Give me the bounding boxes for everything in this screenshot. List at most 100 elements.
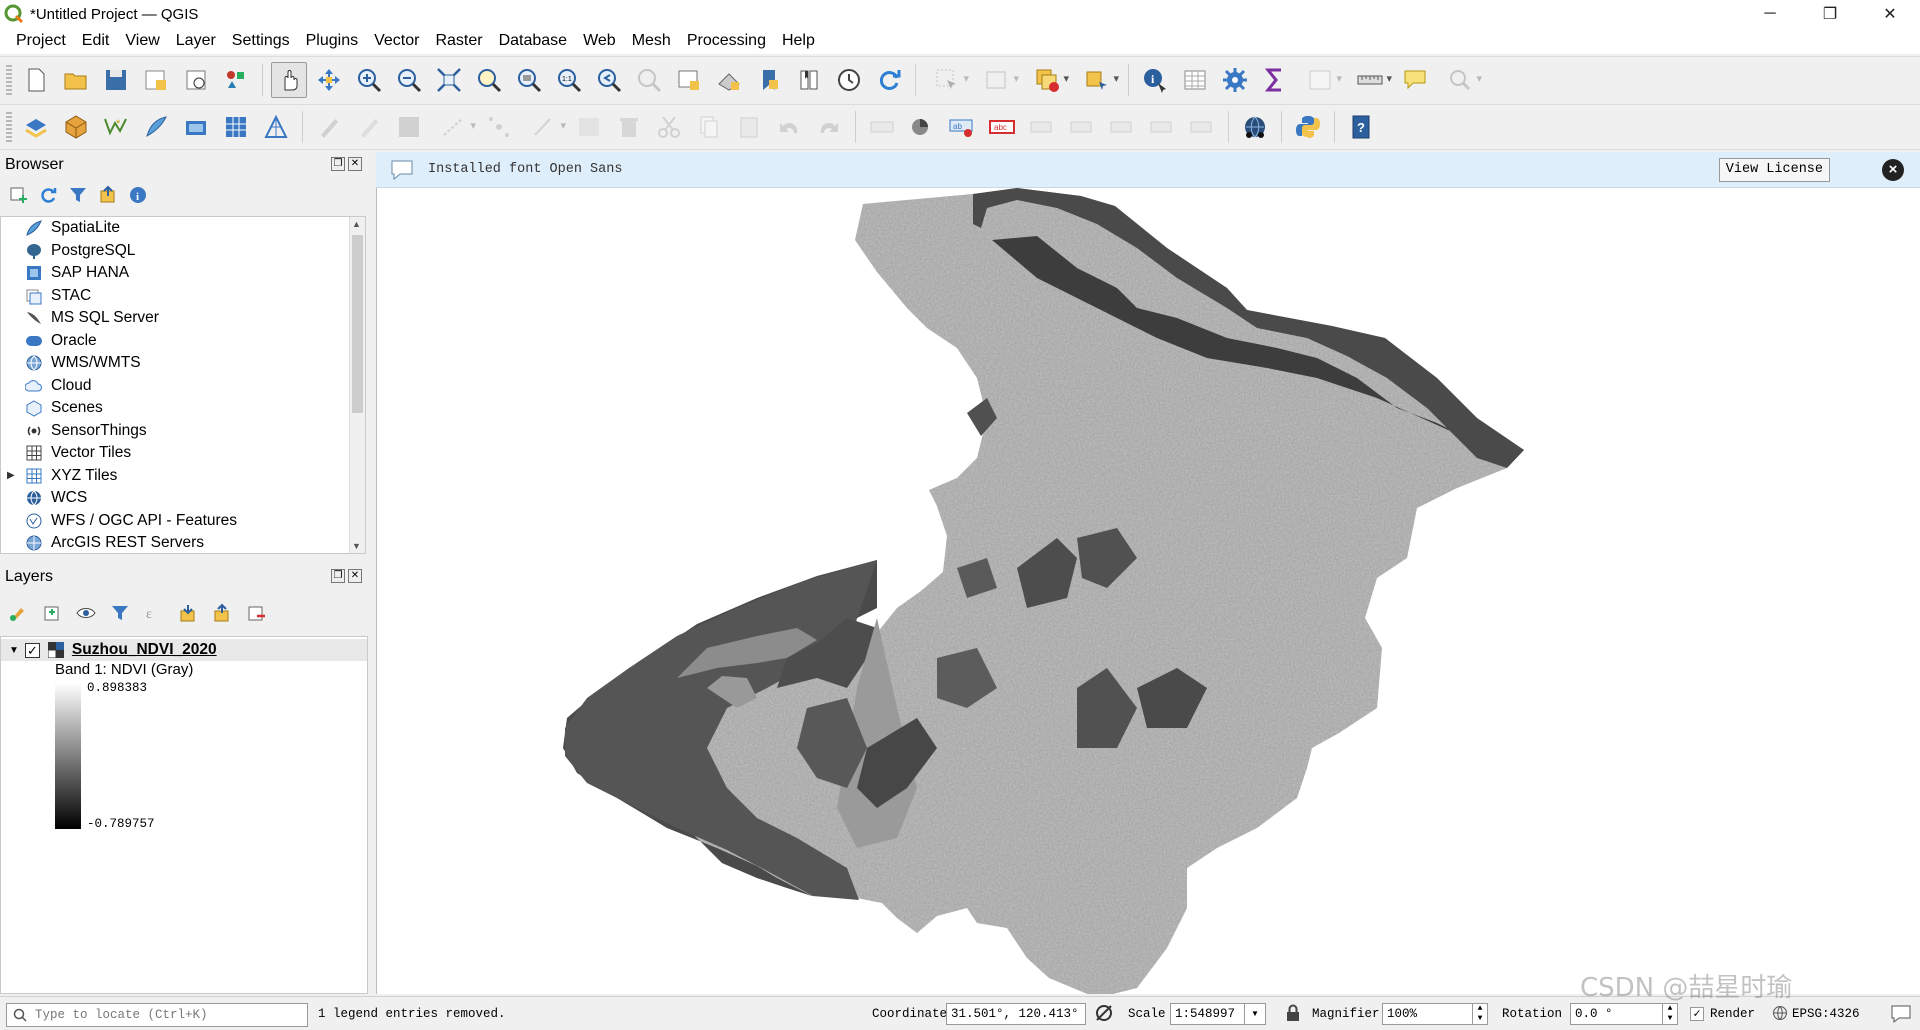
- new-geopackage-layer-icon[interactable]: [58, 109, 94, 145]
- toolbox-gear-icon[interactable]: [1217, 62, 1253, 98]
- filter-legend-icon[interactable]: [110, 603, 130, 623]
- pin-labels-icon[interactable]: [1024, 109, 1060, 145]
- magnifier-spin-icon[interactable]: ▲ ▼: [1472, 1003, 1488, 1025]
- browser-item-wcs[interactable]: WCS: [1, 487, 365, 510]
- layout-manager-icon[interactable]: [178, 62, 214, 98]
- pan-map-icon[interactable]: [271, 61, 307, 98]
- menu-plugins[interactable]: Plugins: [298, 32, 366, 50]
- edit-table-icon[interactable]: [571, 109, 607, 145]
- view-license-button[interactable]: View License: [1718, 158, 1830, 182]
- browser-item-wfs[interactable]: WFS / OGC API - Features: [1, 510, 365, 533]
- quickmapservices-icon[interactable]: [1237, 109, 1273, 145]
- layer-visibility-checkbox[interactable]: ✓: [24, 642, 40, 658]
- cut-features-icon[interactable]: [651, 109, 687, 145]
- menu-web[interactable]: Web: [575, 32, 624, 50]
- magnifier-field[interactable]: 100%: [1382, 1003, 1476, 1025]
- identify-features-icon[interactable]: i: [1137, 62, 1173, 98]
- help-contents-icon[interactable]: ?: [1343, 109, 1379, 145]
- select-by-value-icon[interactable]: [974, 62, 1020, 98]
- layer-styling-icon[interactable]: [8, 603, 28, 623]
- temporal-controller-icon[interactable]: [831, 62, 867, 98]
- rotate-label-icon[interactable]: [1144, 109, 1180, 145]
- show-bookmarks-icon[interactable]: [791, 62, 827, 98]
- scroll-down-icon[interactable]: ▼: [352, 541, 361, 551]
- toggle-extents-icon[interactable]: [1094, 1003, 1114, 1023]
- browser-item-xyz-tiles[interactable]: ▶ XYZ Tiles: [1, 465, 365, 488]
- new-map-view-icon[interactable]: [671, 62, 707, 98]
- add-raster-layer-icon[interactable]: [218, 109, 254, 145]
- lock-scale-icon[interactable]: [1286, 1004, 1300, 1022]
- expand-arrow-icon[interactable]: ▶: [7, 470, 15, 481]
- close-panel-icon[interactable]: ✕: [348, 157, 362, 171]
- vertex-tool-icon[interactable]: [481, 109, 517, 145]
- collapse-all-icon[interactable]: [98, 185, 118, 205]
- zoom-next-icon[interactable]: [631, 62, 667, 98]
- menu-raster[interactable]: Raster: [427, 32, 490, 50]
- toolbar-grip[interactable]: [6, 110, 12, 144]
- browser-item-stac[interactable]: STAC: [1, 285, 365, 308]
- statistical-summary-icon[interactable]: [1257, 62, 1293, 98]
- new-bookmark-icon[interactable]: [751, 62, 787, 98]
- redo-icon[interactable]: [811, 109, 847, 145]
- float-panel-icon[interactable]: ❐: [331, 157, 345, 171]
- undo-icon[interactable]: [771, 109, 807, 145]
- menu-mesh[interactable]: Mesh: [624, 32, 679, 50]
- scrollbar-thumb[interactable]: [352, 235, 363, 413]
- deselect-features-icon[interactable]: [1024, 62, 1070, 98]
- new-shapefile-layer-icon[interactable]: *: [98, 109, 134, 145]
- new-virtual-layer-icon[interactable]: [178, 109, 214, 145]
- menu-project[interactable]: Project: [8, 32, 74, 50]
- add-mesh-layer-icon[interactable]: [258, 109, 294, 145]
- toolbar-grip[interactable]: [6, 62, 12, 97]
- render-checkbox[interactable]: ✓: [1690, 1007, 1704, 1021]
- select-features-icon[interactable]: [924, 62, 970, 98]
- scroll-up-icon[interactable]: ▲: [352, 219, 361, 229]
- browser-item-mssql[interactable]: MS SQL Server: [1, 307, 365, 330]
- filter-by-expression-icon[interactable]: ε: [144, 603, 164, 623]
- refresh-icon[interactable]: [871, 62, 907, 98]
- measure-line-icon[interactable]: [1347, 62, 1393, 98]
- zoom-to-selection-icon[interactable]: [471, 62, 507, 98]
- new-project-icon[interactable]: [18, 62, 54, 98]
- menu-processing[interactable]: Processing: [679, 32, 774, 50]
- layer-diagram-icon[interactable]: [904, 109, 940, 145]
- close-message-icon[interactable]: ×: [1882, 159, 1904, 181]
- rotation-field[interactable]: 0.0 °: [1570, 1003, 1666, 1025]
- menu-layer[interactable]: Layer: [168, 32, 224, 50]
- new-print-layout-icon[interactable]: [138, 62, 174, 98]
- open-project-icon[interactable]: [58, 62, 94, 98]
- zoom-last-icon[interactable]: [591, 62, 627, 98]
- change-label-icon[interactable]: [1184, 109, 1220, 145]
- browser-scrollbar[interactable]: ▲ ▼: [349, 217, 365, 553]
- close-panel-icon[interactable]: ✕: [348, 569, 362, 583]
- maximize-button[interactable]: ❐: [1802, 0, 1858, 28]
- browser-item-sap-hana[interactable]: SAP HANA: [1, 262, 365, 285]
- delete-selected-icon[interactable]: [611, 109, 647, 145]
- collapse-arrow-icon[interactable]: ▼: [9, 645, 19, 656]
- new-spatialite-layer-icon[interactable]: [138, 109, 174, 145]
- zoom-to-layer-icon[interactable]: [511, 62, 547, 98]
- close-window-button[interactable]: ✕: [1862, 0, 1918, 28]
- filter-browser-icon[interactable]: [68, 185, 88, 205]
- menu-database[interactable]: Database: [491, 32, 576, 50]
- python-console-icon[interactable]: [1290, 109, 1326, 145]
- browser-item-wms[interactable]: WMS/WMTS: [1, 352, 365, 375]
- add-selected-layers-icon[interactable]: [8, 185, 28, 205]
- collapse-all-layers-icon[interactable]: [212, 603, 232, 623]
- manage-visibility-icon[interactable]: [76, 603, 96, 623]
- zoom-native-resolution-icon[interactable]: 1:1: [551, 62, 587, 98]
- modify-attributes-icon[interactable]: [521, 109, 567, 145]
- expand-all-icon[interactable]: [178, 603, 198, 623]
- open-field-calculator-icon[interactable]: [1297, 62, 1343, 98]
- remove-layer-icon[interactable]: [246, 603, 266, 623]
- coordinate-field[interactable]: 31.501°, 120.413°: [946, 1003, 1086, 1025]
- browser-item-vector-tiles[interactable]: Vector Tiles: [1, 442, 365, 465]
- menu-settings[interactable]: Settings: [224, 32, 298, 50]
- messages-icon[interactable]: [1890, 1003, 1912, 1025]
- properties-info-icon[interactable]: i: [128, 185, 148, 205]
- refresh-browser-icon[interactable]: [38, 185, 58, 205]
- menu-help[interactable]: Help: [774, 32, 823, 50]
- float-panel-icon[interactable]: ❐: [331, 569, 345, 583]
- save-layer-edits-icon[interactable]: [391, 109, 427, 145]
- new-3d-map-view-icon[interactable]: [711, 62, 747, 98]
